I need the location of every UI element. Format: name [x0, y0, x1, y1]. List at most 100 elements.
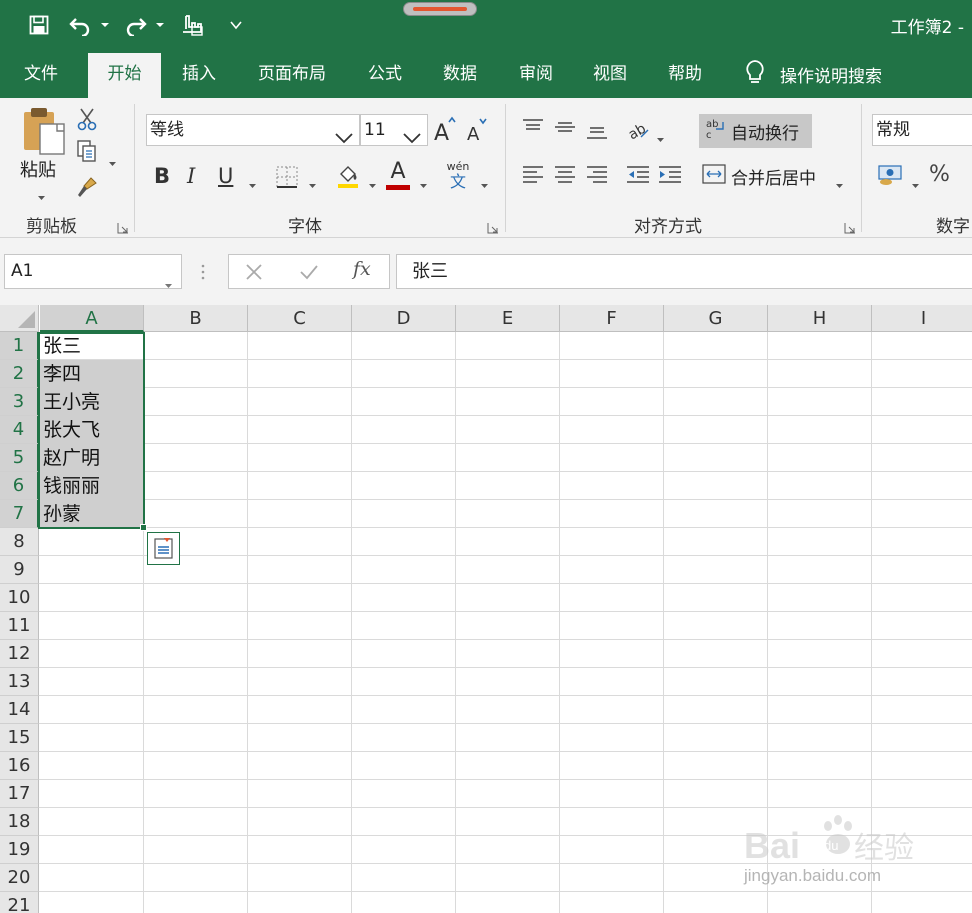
italic-button[interactable]: I [187, 164, 195, 188]
percent-button[interactable]: % [929, 162, 950, 187]
row-header-2[interactable]: 2 [0, 360, 39, 388]
row-header-15[interactable]: 15 [0, 724, 39, 752]
row-header-10[interactable]: 10 [0, 584, 39, 612]
enter-icon[interactable] [299, 263, 319, 285]
fill-color-icon[interactable] [334, 162, 362, 190]
font-color-icon[interactable]: A [384, 160, 412, 190]
window-grab-handle[interactable] [403, 2, 477, 16]
tab-page-layout[interactable]: 页面布局 [246, 50, 338, 98]
orientation-icon[interactable]: ab [626, 118, 652, 142]
row-header-11[interactable]: 11 [0, 612, 39, 640]
merge-center-button[interactable]: 合并后居中 [702, 162, 816, 190]
column-header-g[interactable]: G [664, 305, 768, 332]
select-all-corner[interactable] [0, 305, 39, 332]
phonetic-dropdown-icon[interactable] [480, 174, 489, 193]
paste-icon[interactable] [18, 106, 70, 156]
row-header-7[interactable]: 7 [0, 500, 39, 528]
tab-review[interactable]: 审阅 [508, 50, 564, 98]
tab-insert[interactable]: 插入 [172, 50, 226, 98]
row-header-19[interactable]: 19 [0, 836, 39, 864]
row-header-1[interactable]: 1 [0, 332, 39, 360]
increase-indent-icon[interactable] [656, 164, 684, 186]
column-header-d[interactable]: D [352, 305, 456, 332]
column-header-a[interactable]: A [40, 305, 144, 332]
row-header-12[interactable]: 12 [0, 640, 39, 668]
redo-icon[interactable] [120, 11, 150, 39]
row-header-13[interactable]: 13 [0, 668, 39, 696]
row-header-14[interactable]: 14 [0, 696, 39, 724]
phonetic-icon[interactable]: wén 文 [444, 160, 472, 192]
tab-home[interactable]: 开始 [88, 53, 161, 98]
align-bottom-icon[interactable] [584, 120, 610, 142]
name-box[interactable]: A1 [4, 254, 182, 289]
align-top-icon[interactable] [520, 116, 546, 138]
tab-data[interactable]: 数据 [432, 50, 488, 98]
fill-handle[interactable] [140, 524, 147, 531]
column-header-h[interactable]: H [768, 305, 872, 332]
touch-mode-icon[interactable] [178, 11, 208, 39]
tab-file[interactable]: 文件 [10, 50, 72, 98]
cancel-icon[interactable] [245, 263, 263, 285]
align-middle-icon[interactable] [552, 116, 578, 138]
undo-dropdown-icon[interactable] [98, 11, 112, 39]
orientation-dropdown-icon[interactable] [656, 128, 665, 147]
format-painter-icon[interactable] [74, 174, 100, 200]
accounting-format-icon[interactable] [876, 162, 906, 188]
underline-button[interactable]: U [218, 164, 233, 188]
accounting-dropdown-icon[interactable] [911, 174, 920, 193]
wrap-text-button[interactable]: ab c 自动换行 [699, 114, 812, 148]
row-header-17[interactable]: 17 [0, 780, 39, 808]
tab-formulas[interactable]: 公式 [358, 50, 412, 98]
more-options-icon[interactable] [200, 263, 206, 285]
insert-function-button[interactable]: fx [353, 258, 371, 280]
customize-icon[interactable] [226, 11, 246, 39]
font-launcher-icon[interactable] [487, 219, 499, 234]
tell-me-search[interactable]: 操作说明搜索 [744, 50, 882, 98]
row-header-4[interactable]: 4 [0, 416, 39, 444]
copy-dropdown-icon[interactable] [108, 152, 117, 171]
increase-font-icon[interactable]: A [432, 114, 458, 144]
font-name-combo[interactable]: 等线 [146, 114, 360, 146]
paste-button[interactable]: 粘贴 [20, 156, 56, 182]
paste-dropdown-icon[interactable] [37, 186, 46, 205]
column-header-i[interactable]: I [872, 305, 972, 332]
redo-dropdown-icon[interactable] [153, 11, 167, 39]
borders-dropdown-icon[interactable] [308, 174, 317, 193]
row-header-21[interactable]: 21 [0, 892, 39, 913]
row-header-3[interactable]: 3 [0, 388, 39, 416]
row-header-9[interactable]: 9 [0, 556, 39, 584]
font-color-dropdown-icon[interactable] [419, 174, 428, 193]
column-header-c[interactable]: C [248, 305, 352, 332]
undo-icon[interactable] [66, 11, 96, 39]
column-header-e[interactable]: E [456, 305, 560, 332]
alignment-launcher-icon[interactable] [844, 219, 856, 234]
merge-dropdown-icon[interactable] [835, 174, 844, 193]
quick-analysis-icon[interactable] [147, 532, 180, 565]
align-center-icon[interactable] [552, 164, 578, 186]
row-header-20[interactable]: 20 [0, 864, 39, 892]
font-size-combo[interactable]: 11 [360, 114, 428, 146]
decrease-indent-icon[interactable] [624, 164, 652, 186]
clipboard-launcher-icon[interactable] [117, 219, 129, 234]
number-format-combo[interactable]: 常规 [872, 114, 972, 146]
row-header-5[interactable]: 5 [0, 444, 39, 472]
formula-input[interactable]: 张三 [396, 254, 972, 289]
fill-color-dropdown-icon[interactable] [368, 174, 377, 193]
tab-view[interactable]: 视图 [582, 50, 638, 98]
align-left-icon[interactable] [520, 164, 546, 186]
bold-button[interactable]: B [154, 164, 170, 188]
cut-icon[interactable] [74, 106, 100, 132]
column-header-f[interactable]: F [560, 305, 664, 332]
column-header-b[interactable]: B [144, 305, 248, 332]
save-icon[interactable] [26, 11, 52, 39]
underline-dropdown-icon[interactable] [248, 174, 257, 193]
decrease-font-icon[interactable]: A [464, 114, 490, 144]
row-header-18[interactable]: 18 [0, 808, 39, 836]
tab-help[interactable]: 帮助 [657, 50, 713, 98]
borders-icon[interactable] [273, 164, 301, 190]
align-right-icon[interactable] [584, 164, 610, 186]
copy-icon[interactable] [74, 138, 100, 164]
row-header-6[interactable]: 6 [0, 472, 39, 500]
row-header-8[interactable]: 8 [0, 528, 39, 556]
row-header-16[interactable]: 16 [0, 752, 39, 780]
